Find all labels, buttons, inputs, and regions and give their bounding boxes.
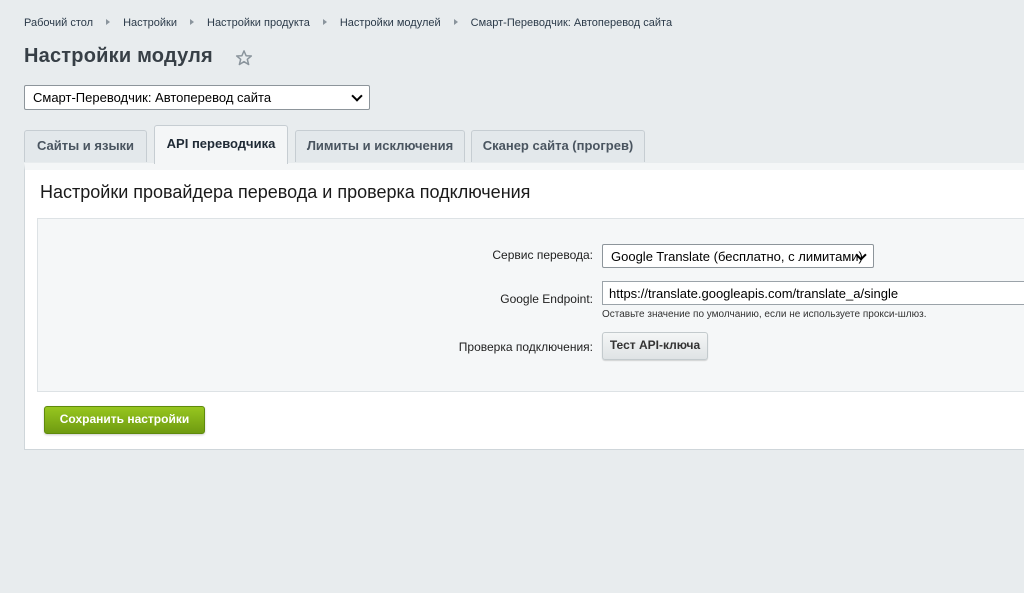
tab-api-translator[interactable]: API переводчика (154, 125, 288, 164)
endpoint-input[interactable]: https://translate.googleapis.com/transla… (602, 281, 1024, 305)
tab-limits-exclusions[interactable]: Лимиты и исключения (295, 130, 465, 162)
breadcrumb-item-settings[interactable]: Настройки (123, 17, 177, 29)
test-api-key-button[interactable]: Тест API-ключа (602, 332, 708, 360)
breadcrumb-separator-icon (453, 19, 458, 25)
save-settings-button[interactable]: Сохранить настройки (44, 406, 205, 434)
connection-check-label: Проверка подключения: (458, 340, 593, 354)
panel-title: Настройки провайдера перевода и проверка… (40, 182, 531, 202)
breadcrumb-separator-icon (322, 19, 327, 25)
tab-sites-languages[interactable]: Сайты и языки (24, 130, 147, 162)
tab-site-scanner[interactable]: Сканер сайта (прогрев) (471, 130, 645, 162)
page-title: Настройки модуля (24, 45, 213, 67)
settings-panel: Настройки провайдера перевода и проверка… (24, 163, 1024, 450)
endpoint-hint: Оставьте значение по умолчанию, если не … (602, 309, 927, 320)
service-select[interactable]: Google Translate (бесплатно, с лимитами) (602, 244, 874, 268)
module-select[interactable]: Смарт-Переводчик: Автоперевод сайта (24, 85, 370, 110)
star-icon[interactable] (235, 49, 253, 67)
breadcrumb-item-product-settings[interactable]: Настройки продукта (207, 17, 310, 29)
breadcrumb: Рабочий стол Настройки Настройки продукта Н… (24, 17, 672, 29)
breadcrumb-item-current-module[interactable]: Смарт-Переводчик: Автоперевод сайта (471, 17, 672, 29)
chevron-down-icon (351, 90, 363, 102)
breadcrumb-item-desktop[interactable]: Рабочий стол (24, 17, 93, 29)
service-select-value: Google Translate (бесплатно, с лимитами) (611, 249, 863, 264)
form-area: Сервис перевода: Google Translate (беспл… (37, 218, 1024, 392)
breadcrumb-separator-icon (190, 19, 194, 25)
service-label: Сервис перевода: (492, 248, 593, 262)
endpoint-label: Google Endpoint: (500, 292, 593, 306)
module-select-value: Смарт-Переводчик: Автоперевод сайта (33, 90, 272, 105)
breadcrumb-separator-icon (106, 19, 111, 25)
breadcrumb-item-module-settings[interactable]: Настройки модулей (340, 17, 441, 29)
